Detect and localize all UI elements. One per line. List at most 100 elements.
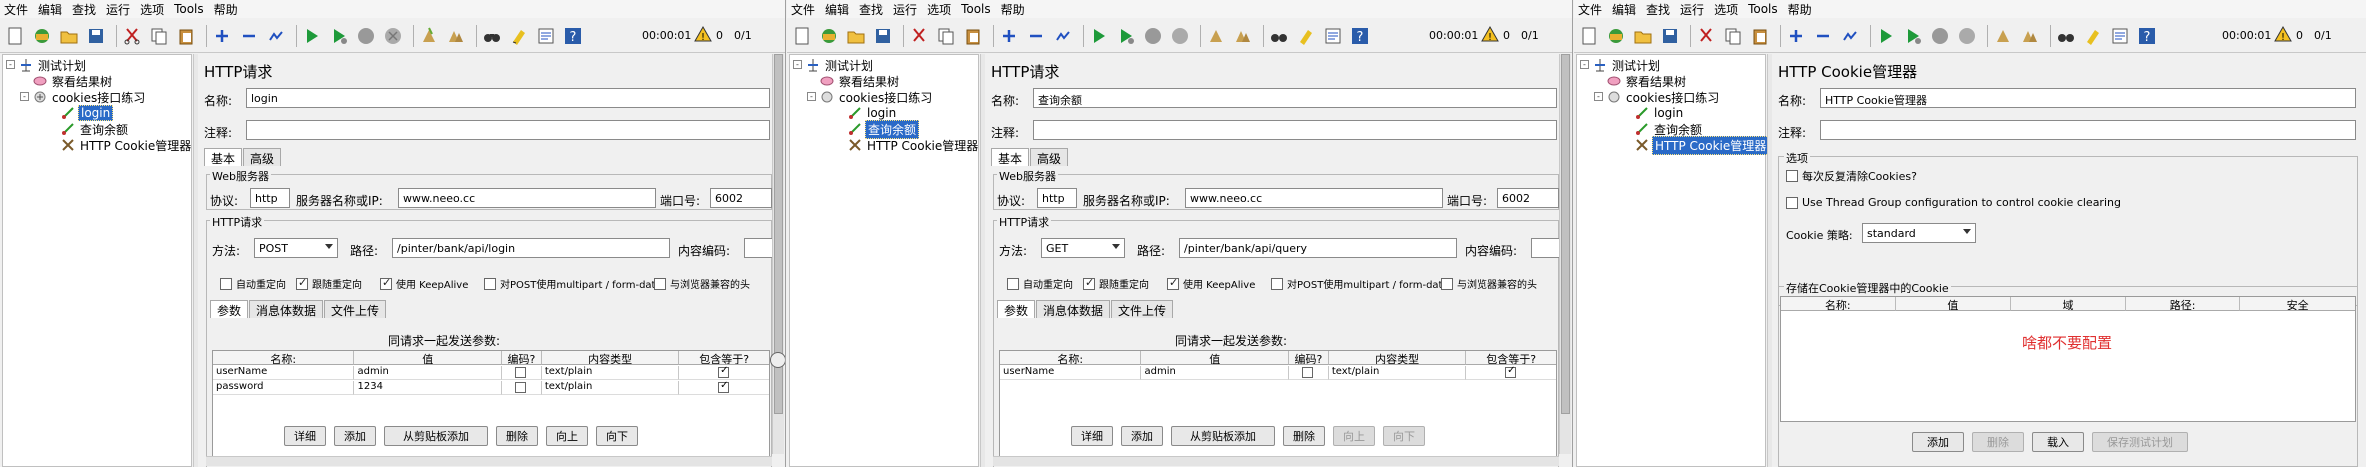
shutdown-icon[interactable] bbox=[382, 25, 404, 47]
cookie-policy-select[interactable]: standard bbox=[1862, 223, 1976, 243]
col-include-equals[interactable]: 包含等于? bbox=[679, 351, 769, 365]
tree-node-login[interactable]: login bbox=[1635, 105, 1685, 121]
help-icon[interactable]: ? bbox=[2136, 25, 2158, 47]
auto-redirect-checkbox[interactable]: 自动重定向 bbox=[220, 276, 286, 291]
expand-icon[interactable] bbox=[211, 25, 233, 47]
save-icon[interactable] bbox=[85, 25, 107, 47]
tree-node-results[interactable]: 察看结果树 bbox=[33, 73, 114, 89]
method-select[interactable]: GET bbox=[1041, 238, 1125, 258]
tree-node-cookie-manager[interactable]: HTTP Cookie管理器 bbox=[848, 137, 980, 153]
reset-search-icon[interactable] bbox=[1295, 25, 1317, 47]
encoding-field[interactable] bbox=[744, 238, 774, 258]
col-value[interactable]: 值 bbox=[354, 351, 502, 365]
cut-icon[interactable] bbox=[121, 25, 143, 47]
start-icon[interactable] bbox=[1088, 25, 1110, 47]
col-name[interactable]: 名称: bbox=[213, 351, 355, 365]
search-icon[interactable] bbox=[2055, 25, 2077, 47]
delete-button[interactable]: 删除 bbox=[1283, 426, 1325, 446]
clear-each-iteration-checkbox[interactable]: 每次反复清除Cookies? bbox=[1786, 168, 1917, 184]
col-encode[interactable]: 编码? bbox=[1288, 351, 1329, 365]
protocol-field[interactable]: http bbox=[250, 188, 290, 208]
test-plan-tree[interactable]: - 测试计划 察看结果树 - cookies接口练习 login 查询余额 HT… bbox=[2, 54, 192, 467]
add-from-clipboard-button[interactable]: 从剪贴板添加 bbox=[384, 426, 488, 446]
collapse-icon[interactable] bbox=[1025, 25, 1047, 47]
clear-all-icon[interactable] bbox=[1232, 25, 1254, 47]
collapse-icon[interactable] bbox=[1812, 25, 1834, 47]
clear-icon[interactable] bbox=[418, 25, 440, 47]
clear-all-icon[interactable] bbox=[445, 25, 467, 47]
port-field[interactable]: 6002 bbox=[1497, 188, 1559, 208]
cut-icon[interactable] bbox=[908, 25, 930, 47]
stop-icon[interactable] bbox=[355, 25, 377, 47]
comment-field[interactable] bbox=[1033, 120, 1557, 140]
horizontal-scrollbar[interactable] bbox=[993, 456, 1559, 466]
tree-node-test-plan[interactable]: 测试计划 bbox=[19, 57, 88, 73]
tab-files-upload[interactable]: 文件上传 bbox=[1111, 300, 1174, 318]
path-field[interactable]: /pinter/bank/api/query bbox=[1179, 238, 1457, 258]
col-domain[interactable]: 域 bbox=[2011, 297, 2126, 311]
tree-toggle-root[interactable]: - bbox=[1580, 60, 1589, 69]
menu-run[interactable]: 运行 bbox=[893, 1, 917, 18]
tab-parameters[interactable]: 参数 bbox=[997, 300, 1036, 318]
menu-help[interactable]: 帮助 bbox=[214, 1, 238, 18]
start-icon[interactable] bbox=[1875, 25, 1897, 47]
tree-toggle-root[interactable]: - bbox=[793, 60, 802, 69]
thread-group-config-checkbox[interactable]: Use Thread Group configuration to contro… bbox=[1786, 196, 2121, 209]
follow-redirect-checkbox[interactable]: 跟随重定向 bbox=[296, 276, 362, 291]
tab-basic[interactable]: 基本 bbox=[204, 148, 243, 166]
copy-icon[interactable] bbox=[1722, 25, 1744, 47]
detail-button[interactable]: 详细 bbox=[1071, 426, 1113, 446]
stop-icon[interactable] bbox=[1142, 25, 1164, 47]
name-field[interactable]: HTTP Cookie管理器 bbox=[1820, 88, 2356, 108]
new-icon[interactable] bbox=[4, 25, 26, 47]
add-button[interactable]: 添加 bbox=[1121, 426, 1163, 446]
shutdown-icon[interactable] bbox=[1169, 25, 1191, 47]
comment-field[interactable] bbox=[1820, 120, 2356, 140]
menu-run[interactable]: 运行 bbox=[106, 1, 130, 18]
tree-node-thread-group[interactable]: cookies接口练习 bbox=[820, 89, 934, 105]
col-encode[interactable]: 编码? bbox=[501, 351, 542, 365]
menu-search[interactable]: 查找 bbox=[72, 1, 96, 18]
tree-toggle-group[interactable]: - bbox=[20, 92, 29, 101]
cut-icon[interactable] bbox=[1695, 25, 1717, 47]
help-icon[interactable]: ? bbox=[1349, 25, 1371, 47]
open-icon[interactable] bbox=[845, 25, 867, 47]
server-field[interactable]: www.neeo.cc bbox=[1185, 188, 1443, 208]
paste-icon[interactable] bbox=[962, 25, 984, 47]
tree-node-results[interactable]: 察看结果树 bbox=[1607, 73, 1688, 89]
warning-icon[interactable]: ! bbox=[2274, 25, 2292, 45]
table-row[interactable]: userName admin text/plain bbox=[1000, 366, 1556, 380]
menu-edit[interactable]: 编辑 bbox=[1612, 1, 1636, 18]
method-select[interactable]: POST bbox=[254, 238, 338, 258]
port-field[interactable]: 6002 bbox=[710, 188, 772, 208]
encoding-field[interactable] bbox=[1531, 238, 1561, 258]
tab-advanced[interactable]: 高级 bbox=[1030, 148, 1069, 166]
menu-file[interactable]: 文件 bbox=[791, 1, 815, 18]
table-row[interactable]: userName admin text/plain bbox=[213, 366, 769, 380]
expand-icon[interactable] bbox=[1785, 25, 1807, 47]
search-icon[interactable] bbox=[1268, 25, 1290, 47]
toggle-icon[interactable] bbox=[265, 25, 287, 47]
protocol-field[interactable]: http bbox=[1037, 188, 1077, 208]
browser-headers-checkbox[interactable]: 与浏览器兼容的头 bbox=[1441, 276, 1537, 291]
menu-search[interactable]: 查找 bbox=[859, 1, 883, 18]
start-icon[interactable] bbox=[301, 25, 323, 47]
menu-help[interactable]: 帮助 bbox=[1001, 1, 1025, 18]
scroll-button-icon[interactable] bbox=[770, 352, 785, 368]
menu-options[interactable]: 选项 bbox=[1714, 1, 1738, 18]
toggle-icon[interactable] bbox=[1839, 25, 1861, 47]
start-no-pause-icon[interactable] bbox=[1902, 25, 1924, 47]
open-icon[interactable] bbox=[58, 25, 80, 47]
save-test-plan-button[interactable]: 保存测试计划 bbox=[2092, 432, 2188, 452]
clear-icon[interactable] bbox=[1992, 25, 2014, 47]
save-icon[interactable] bbox=[1659, 25, 1681, 47]
function-helper-icon[interactable] bbox=[2109, 25, 2131, 47]
test-plan-tree[interactable]: - 测试计划 察看结果树 - cookies接口练习 login 查询余额 HT… bbox=[789, 54, 979, 467]
tab-files-upload[interactable]: 文件上传 bbox=[324, 300, 387, 318]
start-no-pause-icon[interactable] bbox=[1115, 25, 1137, 47]
follow-redirect-checkbox[interactable]: 跟随重定向 bbox=[1083, 276, 1149, 291]
up-button[interactable]: 向上 bbox=[1333, 426, 1375, 446]
menu-options[interactable]: 选项 bbox=[140, 1, 164, 18]
menu-file[interactable]: 文件 bbox=[4, 1, 28, 18]
warning-icon[interactable]: ! bbox=[1481, 25, 1499, 45]
